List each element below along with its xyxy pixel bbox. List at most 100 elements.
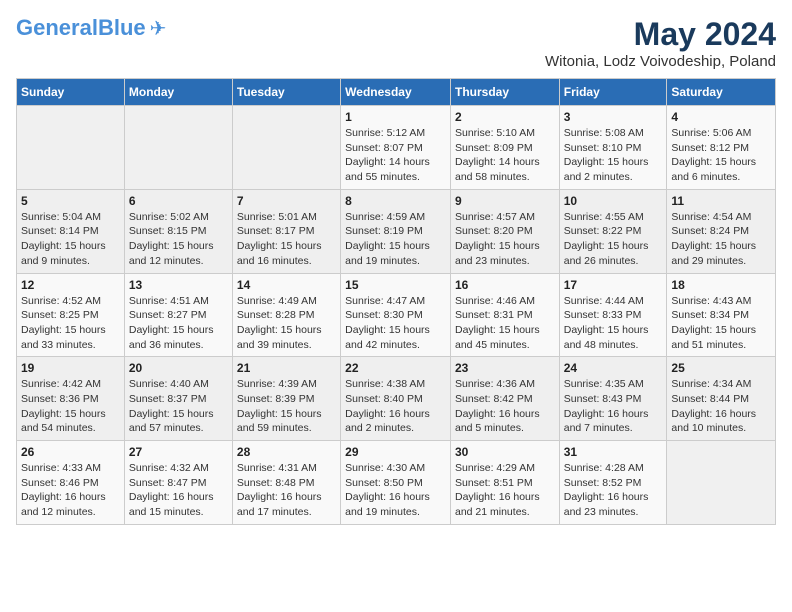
day-info: Sunrise: 4:39 AM Sunset: 8:39 PM Dayligh… — [237, 377, 336, 436]
day-number: 9 — [455, 194, 555, 208]
day-info: Sunrise: 5:01 AM Sunset: 8:17 PM Dayligh… — [237, 210, 336, 269]
calendar-cell: 15 Sunrise: 4:47 AM Sunset: 8:30 PM Dayli… — [341, 273, 451, 357]
day-number: 26 — [21, 445, 120, 459]
day-number: 29 — [345, 445, 446, 459]
calendar-cell: 14 Sunrise: 4:49 AM Sunset: 8:28 PM Dayli… — [232, 273, 340, 357]
calendar-cell: 26Sunrise: 4:33 AM Sunset: 8:46 PM Dayli… — [17, 441, 125, 525]
day-info: Sunrise: 4:57 AM Sunset: 8:20 PM Dayligh… — [455, 210, 555, 269]
day-number: 2 — [455, 110, 555, 124]
day-info: Sunrise: 4:34 AM Sunset: 8:44 PM Dayligh… — [671, 377, 771, 436]
day-info: Sunrise: 4:52 AM Sunset: 8:25 PM Dayligh… — [21, 294, 120, 353]
calendar-cell: 5 Sunrise: 5:04 AM Sunset: 8:14 PM Daylig… — [17, 189, 125, 273]
day-info: Sunrise: 4:46 AM Sunset: 8:31 PM Dayligh… — [455, 294, 555, 353]
day-number: 18 — [671, 278, 771, 292]
day-number: 20 — [129, 361, 228, 375]
calendar-cell — [667, 441, 776, 525]
calendar-cell: 2 Sunrise: 5:10 AM Sunset: 8:09 PM Daylig… — [450, 106, 559, 190]
calendar-cell: 7 Sunrise: 5:01 AM Sunset: 8:17 PM Daylig… — [232, 189, 340, 273]
day-info: Sunrise: 5:08 AM Sunset: 8:10 PM Dayligh… — [564, 126, 663, 185]
calendar-cell — [124, 106, 232, 190]
calendar-cell: 21 Sunrise: 4:39 AM Sunset: 8:39 PM Dayli… — [232, 357, 340, 441]
calendar-cell: 1 Sunrise: 5:12 AM Sunset: 8:07 PM Daylig… — [341, 106, 451, 190]
title-block: May 2024 Witonia, Lodz Voivodeship, Pola… — [545, 16, 776, 70]
day-info: Sunrise: 5:06 AM Sunset: 8:12 PM Dayligh… — [671, 126, 771, 185]
day-number: 16 — [455, 278, 555, 292]
page-header: GeneralBlue ✈ May 2024 Witonia, Lodz Voi… — [16, 16, 776, 70]
day-number: 14 — [237, 278, 336, 292]
day-info: Sunrise: 4:42 AM Sunset: 8:36 PM Dayligh… — [21, 377, 120, 436]
day-number: 6 — [129, 194, 228, 208]
calendar-cell: 31Sunrise: 4:28 AM Sunset: 8:52 PM Dayli… — [559, 441, 667, 525]
day-number: 13 — [129, 278, 228, 292]
calendar-cell: 3Sunrise: 5:08 AM Sunset: 8:10 PM Daylig… — [559, 106, 667, 190]
calendar-cell: 20 Sunrise: 4:40 AM Sunset: 8:37 PM Dayli… — [124, 357, 232, 441]
calendar-cell: 18 Sunrise: 4:43 AM Sunset: 8:34 PM Dayli… — [667, 273, 776, 357]
calendar-cell: 19 Sunrise: 4:42 AM Sunset: 8:36 PM Dayli… — [17, 357, 125, 441]
logo-text: GeneralBlue — [16, 16, 146, 40]
calendar-cell: 9 Sunrise: 4:57 AM Sunset: 8:20 PM Daylig… — [450, 189, 559, 273]
day-info: Sunrise: 4:38 AM Sunset: 8:40 PM Dayligh… — [345, 377, 446, 436]
day-info: Sunrise: 4:59 AM Sunset: 8:19 PM Dayligh… — [345, 210, 446, 269]
calendar-cell: 29 Sunrise: 4:30 AM Sunset: 8:50 PM Dayli… — [341, 441, 451, 525]
day-number: 24 — [564, 361, 663, 375]
weekday-header: Sunday — [17, 79, 125, 106]
calendar-cell: 22Sunrise: 4:38 AM Sunset: 8:40 PM Dayli… — [341, 357, 451, 441]
calendar-cell: 27 Sunrise: 4:32 AM Sunset: 8:47 PM Dayli… — [124, 441, 232, 525]
day-info: Sunrise: 5:02 AM Sunset: 8:15 PM Dayligh… — [129, 210, 228, 269]
day-info: Sunrise: 4:35 AM Sunset: 8:43 PM Dayligh… — [564, 377, 663, 436]
logo: GeneralBlue ✈ — [16, 16, 166, 41]
weekday-header: Saturday — [667, 79, 776, 106]
day-info: Sunrise: 5:12 AM Sunset: 8:07 PM Dayligh… — [345, 126, 446, 185]
calendar-cell: 16 Sunrise: 4:46 AM Sunset: 8:31 PM Dayli… — [450, 273, 559, 357]
day-info: Sunrise: 4:47 AM Sunset: 8:30 PM Dayligh… — [345, 294, 446, 353]
day-info: Sunrise: 4:36 AM Sunset: 8:42 PM Dayligh… — [455, 377, 555, 436]
day-info: Sunrise: 5:10 AM Sunset: 8:09 PM Dayligh… — [455, 126, 555, 185]
weekday-header: Wednesday — [341, 79, 451, 106]
day-info: Sunrise: 4:44 AM Sunset: 8:33 PM Dayligh… — [564, 294, 663, 353]
day-number: 12 — [21, 278, 120, 292]
day-info: Sunrise: 4:30 AM Sunset: 8:50 PM Dayligh… — [345, 461, 446, 520]
calendar-cell: 24 Sunrise: 4:35 AM Sunset: 8:43 PM Dayli… — [559, 357, 667, 441]
calendar-cell: 8 Sunrise: 4:59 AM Sunset: 8:19 PM Daylig… — [341, 189, 451, 273]
day-number: 15 — [345, 278, 446, 292]
calendar-cell: 4 Sunrise: 5:06 AM Sunset: 8:12 PM Daylig… — [667, 106, 776, 190]
calendar-cell: 13 Sunrise: 4:51 AM Sunset: 8:27 PM Dayli… — [124, 273, 232, 357]
calendar-cell — [232, 106, 340, 190]
day-number: 25 — [671, 361, 771, 375]
day-info: Sunrise: 4:49 AM Sunset: 8:28 PM Dayligh… — [237, 294, 336, 353]
day-number: 4 — [671, 110, 771, 124]
day-info: Sunrise: 4:40 AM Sunset: 8:37 PM Dayligh… — [129, 377, 228, 436]
calendar-cell: 28 Sunrise: 4:31 AM Sunset: 8:48 PM Dayli… — [232, 441, 340, 525]
day-number: 19 — [21, 361, 120, 375]
main-title: May 2024 — [545, 16, 776, 53]
day-number: 23 — [455, 361, 555, 375]
day-number: 28 — [237, 445, 336, 459]
day-number: 27 — [129, 445, 228, 459]
day-number: 7 — [237, 194, 336, 208]
calendar-cell: 23 Sunrise: 4:36 AM Sunset: 8:42 PM Dayli… — [450, 357, 559, 441]
day-number: 11 — [671, 194, 771, 208]
calendar-cell: 17Sunrise: 4:44 AM Sunset: 8:33 PM Dayli… — [559, 273, 667, 357]
day-info: Sunrise: 4:51 AM Sunset: 8:27 PM Dayligh… — [129, 294, 228, 353]
day-info: Sunrise: 4:31 AM Sunset: 8:48 PM Dayligh… — [237, 461, 336, 520]
day-info: Sunrise: 5:04 AM Sunset: 8:14 PM Dayligh… — [21, 210, 120, 269]
weekday-header: Friday — [559, 79, 667, 106]
day-info: Sunrise: 4:54 AM Sunset: 8:24 PM Dayligh… — [671, 210, 771, 269]
day-info: Sunrise: 4:43 AM Sunset: 8:34 PM Dayligh… — [671, 294, 771, 353]
day-info: Sunrise: 4:29 AM Sunset: 8:51 PM Dayligh… — [455, 461, 555, 520]
calendar-table: SundayMondayTuesdayWednesdayThursdayFrid… — [16, 78, 776, 525]
day-number: 21 — [237, 361, 336, 375]
day-number: 1 — [345, 110, 446, 124]
weekday-header: Tuesday — [232, 79, 340, 106]
day-number: 5 — [21, 194, 120, 208]
calendar-cell: 10Sunrise: 4:55 AM Sunset: 8:22 PM Dayli… — [559, 189, 667, 273]
calendar-cell: 11 Sunrise: 4:54 AM Sunset: 8:24 PM Dayli… — [667, 189, 776, 273]
day-info: Sunrise: 4:32 AM Sunset: 8:47 PM Dayligh… — [129, 461, 228, 520]
bird-icon: ✈ — [150, 16, 167, 41]
day-info: Sunrise: 4:28 AM Sunset: 8:52 PM Dayligh… — [564, 461, 663, 520]
weekday-header: Thursday — [450, 79, 559, 106]
calendar-cell: 25 Sunrise: 4:34 AM Sunset: 8:44 PM Dayli… — [667, 357, 776, 441]
day-number: 8 — [345, 194, 446, 208]
calendar-cell: 30Sunrise: 4:29 AM Sunset: 8:51 PM Dayli… — [450, 441, 559, 525]
calendar-cell: 6 Sunrise: 5:02 AM Sunset: 8:15 PM Daylig… — [124, 189, 232, 273]
